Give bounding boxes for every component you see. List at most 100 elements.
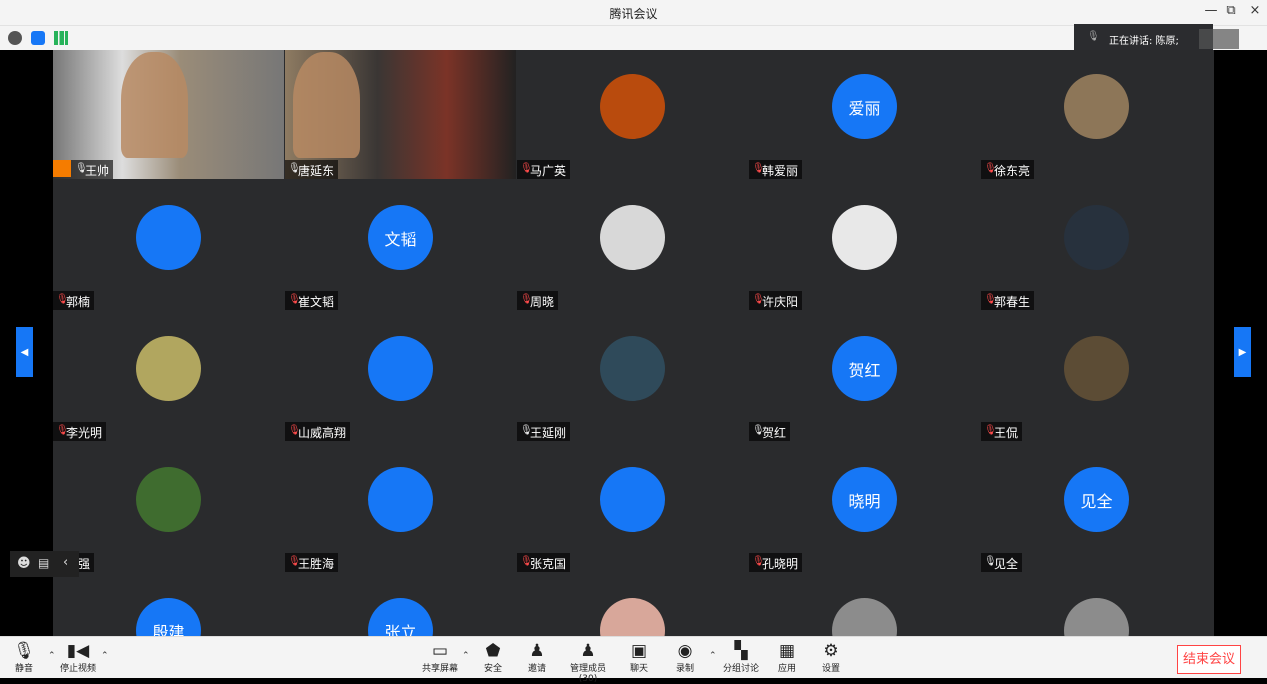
- participant-avatar: [600, 205, 665, 270]
- info-icon[interactable]: [8, 31, 22, 45]
- participant-avatar: [368, 467, 433, 532]
- participant-tile[interactable]: 🎙周晓: [517, 181, 748, 310]
- participant-avatar: [136, 336, 201, 401]
- participant-name: 韩爱丽: [762, 164, 799, 178]
- participant-tile[interactable]: 晓明 🎙孔晓明: [749, 443, 980, 572]
- participant-tile[interactable]: 文韬 🎙崔文韬: [285, 181, 516, 310]
- minimize-icon[interactable]: —: [1201, 3, 1221, 18]
- participant-name-bar: 🎙孔晓明: [749, 553, 803, 572]
- participant-tile[interactable]: 见全 🎙见全: [981, 443, 1212, 572]
- participant-tile[interactable]: 🎙李光明: [53, 312, 284, 441]
- apps-button[interactable]: ▦ 应用: [776, 641, 798, 677]
- participant-tile[interactable]: 🎙徐东亮: [981, 50, 1212, 179]
- participant-name: 王延刚: [530, 426, 567, 440]
- participant-avatar: 见全: [1064, 467, 1129, 532]
- microphone-muted-icon: 🎙: [984, 163, 997, 174]
- microphone-muted-icon: 🎙: [288, 294, 301, 305]
- participant-tile[interactable]: [517, 574, 748, 636]
- mute-button[interactable]: 🎙 静音: [13, 641, 35, 677]
- video-options-caret[interactable]: ⌃: [101, 651, 109, 661]
- participant-tile[interactable]: 贺红 🎙贺红: [749, 312, 980, 441]
- add-user-icon: ♟: [529, 641, 545, 661]
- record-button[interactable]: ◉ 录制: [674, 641, 696, 677]
- participant-name-bar: 🎙韩爱丽: [749, 160, 803, 179]
- breakout-icon: ▚: [734, 641, 748, 661]
- share-options-caret[interactable]: ⌃: [462, 651, 470, 661]
- participant-tile[interactable]: 🎙王延刚: [517, 312, 748, 441]
- participant-tile[interactable]: 🎙郭春生: [981, 181, 1212, 310]
- microphone-muted-icon: 🎙: [288, 556, 301, 567]
- microphone-icon: 🎙: [1087, 31, 1100, 42]
- participant-avatar: 文韬: [368, 205, 433, 270]
- manage-members-button[interactable]: ♟ 管理成员(30): [561, 641, 615, 684]
- participant-name: 崔文韬: [298, 295, 335, 309]
- participant-tile[interactable]: 张立: [285, 574, 516, 636]
- restore-icon[interactable]: ⧉: [1221, 3, 1241, 18]
- participant-name-bar: 🎙张克国: [517, 553, 571, 572]
- microphone-muted-icon: 🎙: [752, 556, 765, 567]
- next-page-button[interactable]: ▶: [1234, 327, 1251, 377]
- breakout-button[interactable]: ▚ 分组讨论: [722, 641, 760, 677]
- microphone-icon: 🎙: [75, 163, 88, 174]
- participant-avatar: [368, 336, 433, 401]
- message-icon[interactable]: ▤: [38, 556, 49, 570]
- participant-name: 王侃: [994, 426, 1019, 440]
- microphone-icon: 🎙: [520, 425, 533, 436]
- close-icon[interactable]: ×: [1245, 3, 1265, 18]
- participant-name-bar: 🎙王延刚: [517, 422, 571, 441]
- participant-name: 贺红: [762, 426, 787, 440]
- participant-tile[interactable]: 爱丽 🎙韩爱丽: [749, 50, 980, 179]
- members-icon: ♟: [580, 641, 596, 661]
- participant-tile[interactable]: 🎙王胜海: [285, 443, 516, 572]
- microphone-muted-icon: 🎙: [56, 294, 69, 305]
- shield-icon[interactable]: [31, 31, 45, 45]
- microphone-muted-icon: 🎙: [520, 294, 533, 305]
- participant-avatar: [1064, 336, 1129, 401]
- participant-tile[interactable]: 🎙翟强: [53, 443, 284, 572]
- title-bar: 腾讯会议 — ⧉ ×: [0, 0, 1267, 26]
- chat-icon: ▣: [630, 641, 648, 661]
- participant-tile[interactable]: 殷建: [53, 574, 284, 636]
- microphone-muted-icon: 🎙: [520, 163, 533, 174]
- shield-icon: ⬟: [485, 641, 501, 661]
- participant-name-bar: 🎙王胜海: [285, 553, 339, 572]
- participant-name: 李光明: [66, 426, 103, 440]
- chat-button[interactable]: ▣ 聊天: [628, 641, 650, 677]
- emoji-icon[interactable]: ☻: [17, 556, 31, 571]
- participant-name-bar: 🎙郭楠: [53, 291, 95, 310]
- participant-name-bar: 🎙王侃: [981, 422, 1023, 441]
- participant-tile[interactable]: 🎙许庆阳: [749, 181, 980, 310]
- microphone-icon: 🎙: [13, 641, 35, 661]
- participant-name-bar: 🎙山威高翔: [285, 422, 351, 441]
- participant-tile[interactable]: 🎙王侃: [981, 312, 1212, 441]
- speaker-thumbnail: [1199, 29, 1239, 49]
- settings-button[interactable]: ⚙ 设置: [820, 641, 842, 677]
- participant-name-bar: 🎙王帅: [53, 160, 114, 179]
- invite-button[interactable]: ♟ 邀请: [526, 641, 548, 677]
- participant-tile[interactable]: 🎙王帅: [53, 50, 284, 179]
- stop-video-button[interactable]: ▮◀ 停止视频: [59, 641, 97, 677]
- participant-tile[interactable]: 🎙山威高翔: [285, 312, 516, 441]
- chat-floating-panel: ☻ ▤ ‹: [10, 551, 79, 577]
- share-screen-icon: ▭: [431, 641, 449, 661]
- participant-tile[interactable]: 🎙张克国: [517, 443, 748, 572]
- participant-tile[interactable]: 🎙马广英: [517, 50, 748, 179]
- security-button[interactable]: ⬟ 安全: [482, 641, 504, 677]
- host-icon: [53, 160, 71, 177]
- participant-tile[interactable]: 🎙唐延东: [285, 50, 516, 179]
- participant-tile[interactable]: [749, 574, 980, 636]
- record-options-caret[interactable]: ⌃: [709, 651, 717, 661]
- participant-tile[interactable]: 🎙郭楠: [53, 181, 284, 310]
- share-screen-button[interactable]: ▭ 共享屏幕: [421, 641, 459, 677]
- collapse-icon[interactable]: ‹: [63, 555, 68, 570]
- microphone-muted-icon: 🎙: [752, 163, 765, 174]
- audio-options-caret[interactable]: ⌃: [48, 651, 56, 661]
- end-meeting-button[interactable]: 结束会议: [1177, 645, 1241, 674]
- participant-avatar: 张立: [368, 598, 433, 636]
- microphone-muted-icon: 🎙: [984, 294, 997, 305]
- participant-avatar: [600, 74, 665, 139]
- participant-tile[interactable]: [981, 574, 1212, 636]
- previous-page-button[interactable]: ◀: [16, 327, 33, 377]
- participant-avatar: 晓明: [832, 467, 897, 532]
- signal-icon[interactable]: [54, 31, 68, 45]
